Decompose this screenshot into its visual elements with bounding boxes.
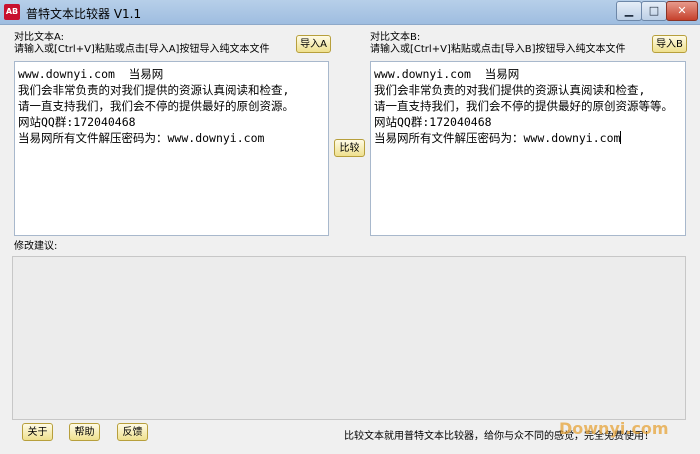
panel-b-hint: 请输入或[Ctrl+V]粘贴或点击[导入B]按钮导入纯文本文件 [370,44,626,55]
text-b-content: www.downyi.com 当易网 我们会非常负责的对我们提供的资源认真阅读和… [374,67,673,145]
panel-a-title: 对比文本A: [14,32,65,43]
app-logo-icon: AB [4,4,20,20]
import-b-button[interactable]: 导入B [652,35,687,53]
minimize-button[interactable]: ▁ [616,1,642,21]
suggestion-label: 修改建议: [14,241,58,252]
text-caret [620,131,622,144]
compare-button[interactable]: 比较 [334,139,365,157]
maximize-button[interactable]: □ [641,1,667,21]
about-button[interactable]: 关于 [22,423,53,441]
suggestion-output[interactable] [12,256,686,420]
help-button[interactable]: 帮助 [69,423,100,441]
text-a-input[interactable]: www.downyi.com 当易网 我们会非常负责的对我们提供的资源认真阅读和… [14,61,329,236]
app-window: AB 普特文本比较器 V1.1 ▁ □ ✕ 对比文本A: 请输入或[Ctrl+V… [0,0,700,454]
import-a-button[interactable]: 导入A [296,35,331,53]
close-button[interactable]: ✕ [666,1,698,21]
panel-b-title: 对比文本B: [370,32,421,43]
watermark-logo: Downyi.com [559,419,669,438]
panel-a-hint: 请输入或[Ctrl+V]粘贴或点击[导入A]按钮导入纯文本文件 [14,44,270,55]
title-bar[interactable]: AB 普特文本比较器 V1.1 ▁ □ ✕ [0,0,700,25]
window-title: 普特文本比较器 V1.1 [26,7,142,21]
feedback-button[interactable]: 反馈 [117,423,148,441]
text-b-input[interactable]: www.downyi.com 当易网 我们会非常负责的对我们提供的资源认真阅读和… [370,61,686,236]
